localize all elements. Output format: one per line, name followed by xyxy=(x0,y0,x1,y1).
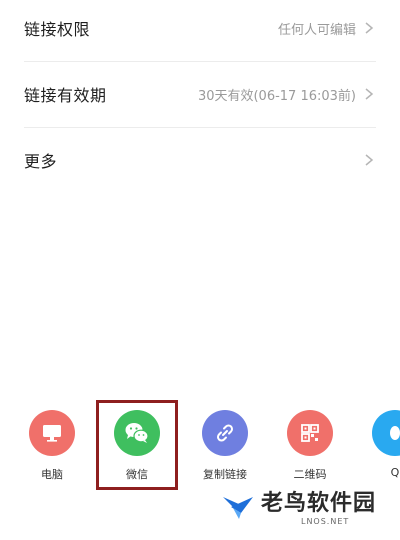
share-to-qq-button[interactable]: Q xyxy=(360,410,400,479)
link-permission-row[interactable]: 链接权限 任何人可编辑 xyxy=(24,0,376,60)
share-options-bar: 电脑 微信 复制链接 二维码 Q xyxy=(0,410,400,490)
link-validity-label: 链接有效期 xyxy=(24,86,107,105)
more-row[interactable]: 更多 xyxy=(24,128,376,192)
watermark: 老鸟软件园 LNOS.NET xyxy=(206,479,386,530)
more-label: 更多 xyxy=(24,152,58,171)
share-label: Q xyxy=(390,466,400,479)
qq-icon xyxy=(372,410,400,456)
qr-code-button[interactable]: 二维码 xyxy=(275,410,345,482)
qr-code-icon xyxy=(287,410,333,456)
chevron-right-icon xyxy=(365,88,374,100)
link-icon xyxy=(202,410,248,456)
link-validity-row[interactable]: 链接有效期 30天有效(06-17 16:03前) xyxy=(24,62,376,126)
bird-logo-icon xyxy=(222,496,253,519)
share-to-computer-button[interactable]: 电脑 xyxy=(17,410,87,482)
share-label: 电脑 xyxy=(41,468,63,481)
link-permission-value: 任何人可编辑 xyxy=(277,22,356,38)
link-permission-label: 链接权限 xyxy=(24,20,91,39)
copy-link-button[interactable]: 复制链接 xyxy=(190,410,260,482)
monitor-icon xyxy=(29,410,75,456)
chevron-right-icon xyxy=(365,22,374,34)
chevron-right-icon xyxy=(365,154,374,166)
watermark-subtitle: LNOS.NET xyxy=(300,517,350,526)
watermark-title: 老鸟软件园 xyxy=(260,491,376,516)
highlight-frame xyxy=(96,400,178,490)
link-validity-value: 30天有效(06-17 16:03前) xyxy=(197,88,356,104)
